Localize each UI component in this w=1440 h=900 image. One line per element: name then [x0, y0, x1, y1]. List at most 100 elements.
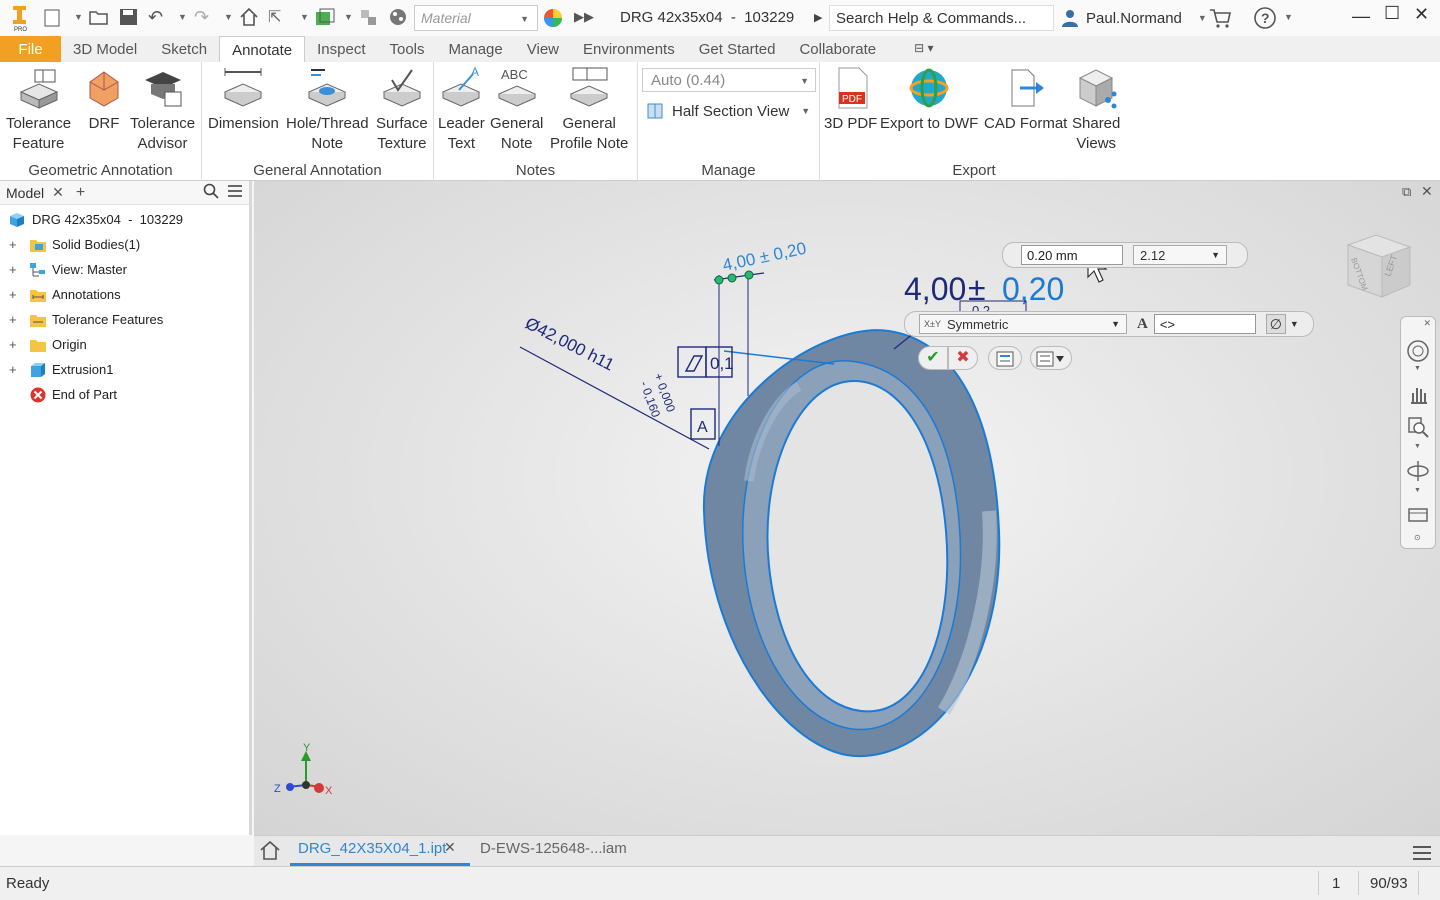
tab-environments[interactable]: Environments: [571, 36, 687, 62]
zoom-dropdown-chevron-icon[interactable]: ▼: [1414, 443, 1421, 450]
close-tab-icon[interactable]: ✕: [52, 184, 64, 201]
undo-dropdown-chevron-icon[interactable]: ▼: [178, 12, 187, 22]
pan-hand-icon[interactable]: [1406, 383, 1430, 407]
open-folder-icon[interactable]: [88, 7, 110, 30]
new-dropdown-chevron-icon[interactable]: ▼: [74, 12, 83, 22]
shared-views-button[interactable]: Shared Views: [1072, 66, 1120, 154]
expand-icon[interactable]: +: [9, 262, 17, 277]
orbit-icon[interactable]: [1406, 459, 1430, 483]
half-section-view-button[interactable]: Half Section View ▼: [646, 102, 814, 120]
cad-format-button[interactable]: CAD Format: [984, 66, 1067, 134]
small-dimension-annotation[interactable]: 4,00 ± 0,20: [713, 239, 808, 285]
tab-get-started[interactable]: Get Started: [687, 36, 788, 62]
dimension-options-button[interactable]: [988, 346, 1022, 370]
tolerance-type-chevron-icon[interactable]: ▼: [1111, 319, 1120, 329]
tolerance-advisor-button[interactable]: Tolerance Advisor: [130, 66, 195, 154]
browser-menu-icon[interactable]: [227, 184, 243, 201]
export-to-dwf-button[interactable]: Export to DWF: [880, 66, 978, 134]
home-icon[interactable]: [259, 839, 281, 861]
tab-sketch[interactable]: Sketch: [149, 36, 219, 62]
tab-collaborate[interactable]: Collaborate: [787, 36, 888, 62]
dimension-text-input[interactable]: <>: [1153, 314, 1256, 334]
cancel-button[interactable]: ✖: [948, 346, 978, 370]
symbol-dropdown-chevron-icon[interactable]: ▼: [1290, 319, 1299, 329]
tree-item-origin[interactable]: + Origin: [0, 332, 249, 357]
material-dropdown-chevron-icon[interactable]: ▼: [520, 14, 529, 24]
tab-inspect[interactable]: Inspect: [305, 36, 377, 62]
app-logo-icon[interactable]: PRO: [8, 4, 32, 33]
color-wheel-icon[interactable]: [542, 7, 564, 32]
tolerance-value-input[interactable]: 0.20 mm: [1021, 245, 1123, 265]
tab-3d-model[interactable]: 3D Model: [61, 36, 149, 62]
navbar-close-icon[interactable]: ✕: [1423, 318, 1431, 329]
wheel-dropdown-chevron-icon[interactable]: ▼: [1414, 365, 1421, 372]
tree-item-view-master[interactable]: + View: Master: [0, 257, 249, 282]
tab-file[interactable]: File: [0, 36, 61, 62]
select-dropdown-chevron-icon[interactable]: ▼: [300, 12, 309, 22]
tolerance-type-select[interactable]: X±Y Symmetric ▼: [919, 314, 1127, 334]
precision-select[interactable]: 2.12 ▼: [1133, 245, 1227, 265]
zoom-icon[interactable]: [1406, 415, 1430, 439]
search-expand-icon[interactable]: ▶: [814, 11, 822, 24]
document-tabs-menu-icon[interactable]: [1412, 845, 1432, 861]
select-icon[interactable]: ⇱: [268, 7, 281, 27]
surface-texture-button[interactable]: Surface Texture: [376, 66, 428, 154]
tree-item-end-of-part[interactable]: End of Part: [0, 382, 249, 407]
appearance-icon[interactable]: [388, 7, 408, 30]
tab-view[interactable]: View: [515, 36, 571, 62]
tab-annotate[interactable]: Annotate: [219, 36, 306, 62]
display-options-button[interactable]: [1030, 346, 1072, 370]
orbit-dropdown-chevron-icon[interactable]: ▼: [1414, 487, 1421, 494]
measure-icon[interactable]: [358, 7, 380, 30]
update-dropdown-chevron-icon[interactable]: ▼: [344, 12, 353, 22]
full-navigation-wheel-icon[interactable]: [1406, 339, 1430, 363]
close-window-icon[interactable]: ✕: [1414, 4, 1429, 25]
close-doc-tab-icon[interactable]: ✕: [444, 839, 456, 856]
expand-icon[interactable]: +: [9, 287, 17, 302]
diameter-annotation[interactable]: Ø42,000 h11 + 0,000 - 0,160: [519, 314, 710, 450]
general-profile-note-button[interactable]: General Profile Note: [550, 66, 628, 154]
maximize-icon[interactable]: ☐: [1384, 3, 1400, 24]
cart-icon[interactable]: [1208, 7, 1232, 32]
diameter-symbol-icon[interactable]: ∅: [1265, 314, 1286, 334]
active-dimension[interactable]: 4,00 ± 0,20 0,2: [893, 271, 1064, 350]
viewport-close-icon[interactable]: ✕: [1421, 183, 1433, 200]
dimension-button[interactable]: Dimension: [208, 66, 279, 134]
viewport-restore-icon[interactable]: ⧉: [1402, 184, 1411, 200]
help-search-input[interactable]: Search Help & Commands...: [829, 5, 1054, 31]
doc-tab-assembly[interactable]: D-EWS-125648-...iam: [480, 840, 627, 857]
viewport-scene[interactable]: Ø42,000 h11 + 0,000 - 0,160 0,1 A 4,00 ±…: [254, 181, 1440, 835]
ribbon-options-icon[interactable]: ⊟ ▾: [888, 36, 933, 62]
home-icon[interactable]: [238, 6, 260, 31]
minimize-icon[interactable]: —: [1352, 6, 1370, 27]
ok-button[interactable]: ✔: [918, 346, 948, 370]
graphics-viewport[interactable]: Ø42,000 h11 + 0,000 - 0,160 0,1 A 4,00 ±…: [254, 181, 1440, 835]
user-menu[interactable]: Paul.Normand ▼: [1060, 8, 1211, 28]
redo-icon[interactable]: ↷: [194, 7, 209, 28]
browser-tab-model[interactable]: Model: [6, 185, 44, 201]
drf-button[interactable]: DRF: [82, 66, 126, 134]
save-icon[interactable]: [118, 7, 140, 30]
tree-item-annotations[interactable]: + Annotations: [0, 282, 249, 307]
undo-icon[interactable]: ↶: [148, 7, 163, 28]
tree-item-extrusion1[interactable]: + Extrusion1: [0, 357, 249, 382]
precision-dropdown-chevron-icon[interactable]: ▼: [1211, 250, 1220, 260]
material-select[interactable]: Material ▼: [414, 5, 538, 31]
expand-icon[interactable]: +: [9, 312, 17, 327]
3d-pdf-button[interactable]: PDF 3D PDF: [824, 66, 877, 134]
look-at-icon[interactable]: [1406, 503, 1430, 527]
hole-thread-note-button[interactable]: Hole/Thread Note: [286, 66, 369, 154]
text-edit-icon[interactable]: A: [1137, 316, 1148, 333]
expand-icon[interactable]: +: [9, 237, 17, 252]
general-note-button[interactable]: ABC General Note: [490, 66, 543, 154]
new-file-icon[interactable]: [42, 6, 64, 30]
tree-item-solid-bodies[interactable]: + Solid Bodies(1): [0, 232, 249, 257]
overflow-icon[interactable]: ▶▶: [574, 9, 594, 25]
tolerance-feature-button[interactable]: Tolerance Feature: [6, 66, 71, 154]
tab-manage[interactable]: Manage: [437, 36, 515, 62]
navbar-customize-icon[interactable]: ⊙: [1414, 533, 1421, 542]
redo-dropdown-chevron-icon[interactable]: ▼: [224, 12, 233, 22]
tree-item-tolerance-features[interactable]: + Tolerance Features: [0, 307, 249, 332]
help-icon[interactable]: ?: [1253, 6, 1277, 33]
annotation-scale-select[interactable]: Auto (0.44) ▼: [642, 68, 816, 92]
